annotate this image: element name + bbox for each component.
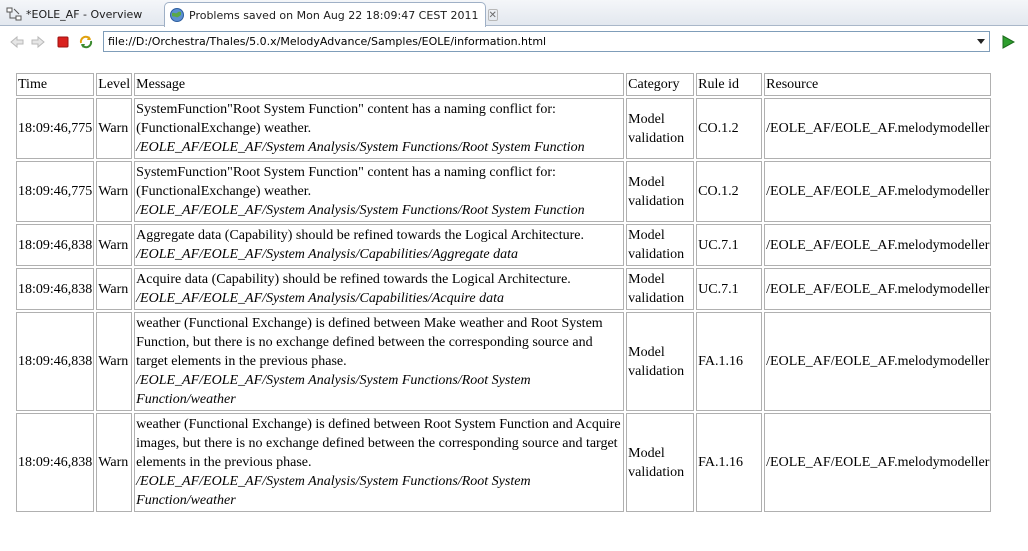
cell-category: Model validation bbox=[626, 98, 695, 159]
diagram-icon bbox=[6, 7, 22, 21]
message-text: weather (Functional Exchange) is defined… bbox=[136, 417, 621, 470]
cell-time: 18:09:46,838 bbox=[16, 312, 95, 411]
table-row: 18:09:46,838 Warn weather (Functional Ex… bbox=[16, 312, 992, 411]
editor-tab-bar: *EOLE_AF - Overview Problems saved on Mo… bbox=[0, 0, 1028, 27]
cell-category: Model validation bbox=[626, 312, 695, 411]
address-dropdown-button[interactable] bbox=[973, 32, 989, 51]
refresh-icon bbox=[79, 35, 93, 49]
cell-rule-id: UC.7.1 bbox=[696, 224, 763, 266]
cell-message: Acquire data (Capability) should be refi… bbox=[134, 268, 625, 310]
cell-time: 18:09:46,775 bbox=[16, 98, 95, 159]
cell-message: SystemFunction"Root System Function" con… bbox=[134, 161, 625, 222]
stop-icon bbox=[57, 36, 69, 48]
forward-button[interactable] bbox=[29, 33, 47, 51]
cell-rule-id: UC.7.1 bbox=[696, 268, 763, 310]
cell-resource: /EOLE_AF/EOLE_AF.melodymodeller bbox=[764, 413, 992, 512]
stop-button[interactable] bbox=[54, 33, 72, 51]
cell-resource: /EOLE_AF/EOLE_AF.melodymodeller bbox=[764, 224, 992, 266]
back-arrow-icon bbox=[10, 35, 24, 49]
cell-level: Warn bbox=[96, 312, 133, 411]
message-path: /EOLE_AF/EOLE_AF/System Analysis/Capabil… bbox=[136, 247, 519, 262]
cell-level: Warn bbox=[96, 413, 133, 512]
table-row: 18:09:46,775 Warn SystemFunction"Root Sy… bbox=[16, 98, 992, 159]
message-path: /EOLE_AF/EOLE_AF/System Analysis/System … bbox=[136, 203, 585, 218]
message-text: weather (Functional Exchange) is defined… bbox=[136, 316, 603, 369]
cell-rule-id: CO.1.2 bbox=[696, 98, 763, 159]
address-url: file://D:/Orchestra/Thales/5.0.x/MelodyA… bbox=[108, 35, 547, 48]
page-content: Time Level Message Category Rule id Reso… bbox=[16, 73, 1028, 551]
header-rule-id: Rule id bbox=[696, 73, 763, 96]
go-button[interactable] bbox=[999, 33, 1017, 51]
cell-level: Warn bbox=[96, 161, 133, 222]
message-text: Aggregate data (Capability) should be re… bbox=[136, 228, 584, 243]
cell-message: SystemFunction"Root System Function" con… bbox=[134, 98, 625, 159]
chevron-down-icon bbox=[977, 39, 985, 44]
tab-problems-report[interactable]: Problems saved on Mon Aug 22 18:09:47 CE… bbox=[164, 2, 498, 27]
table-row: 18:09:46,838 Warn weather (Functional Ex… bbox=[16, 413, 992, 512]
header-time: Time bbox=[16, 73, 95, 96]
address-input[interactable]: file://D:/Orchestra/Thales/5.0.x/MelodyA… bbox=[103, 31, 990, 52]
message-path: /EOLE_AF/EOLE_AF/System Analysis/Capabil… bbox=[136, 291, 505, 306]
cell-resource: /EOLE_AF/EOLE_AF.melodymodeller bbox=[764, 98, 992, 159]
header-level: Level bbox=[96, 73, 133, 96]
play-icon bbox=[1002, 35, 1015, 49]
message-text: SystemFunction"Root System Function" con… bbox=[136, 102, 556, 136]
cell-resource: /EOLE_AF/EOLE_AF.melodymodeller bbox=[764, 161, 992, 222]
header-resource: Resource bbox=[764, 73, 992, 96]
cell-category: Model validation bbox=[626, 268, 695, 310]
table-row: 18:09:46,838 Warn Aggregate data (Capabi… bbox=[16, 224, 992, 266]
cell-message: Aggregate data (Capability) should be re… bbox=[134, 224, 625, 266]
problems-table: Time Level Message Category Rule id Reso… bbox=[16, 73, 993, 514]
message-text: SystemFunction"Root System Function" con… bbox=[136, 165, 556, 199]
cell-category: Model validation bbox=[626, 224, 695, 266]
cell-message: weather (Functional Exchange) is defined… bbox=[134, 312, 625, 411]
tab-eole-af-overview[interactable]: *EOLE_AF - Overview bbox=[2, 2, 164, 26]
cell-message: weather (Functional Exchange) is defined… bbox=[134, 413, 625, 512]
globe-icon bbox=[170, 8, 184, 22]
header-message: Message bbox=[134, 73, 625, 96]
cell-level: Warn bbox=[96, 268, 133, 310]
tab-label: Problems saved on Mon Aug 22 18:09:47 CE… bbox=[189, 8, 479, 22]
header-category: Category bbox=[626, 73, 695, 96]
cell-category: Model validation bbox=[626, 161, 695, 222]
tab-label: *EOLE_AF - Overview bbox=[26, 7, 143, 21]
table-row: 18:09:46,775 Warn SystemFunction"Root Sy… bbox=[16, 161, 992, 222]
cell-level: Warn bbox=[96, 224, 133, 266]
refresh-button[interactable] bbox=[77, 33, 95, 51]
message-path: /EOLE_AF/EOLE_AF/System Analysis/System … bbox=[136, 140, 585, 155]
cell-time: 18:09:46,838 bbox=[16, 268, 95, 310]
cell-category: Model validation bbox=[626, 413, 695, 512]
cell-time: 18:09:46,775 bbox=[16, 161, 95, 222]
back-button[interactable] bbox=[8, 33, 26, 51]
cell-time: 18:09:46,838 bbox=[16, 413, 95, 512]
cell-resource: /EOLE_AF/EOLE_AF.melodymodeller bbox=[764, 268, 992, 310]
cell-resource: /EOLE_AF/EOLE_AF.melodymodeller bbox=[764, 312, 992, 411]
close-icon[interactable]: ✕ bbox=[487, 9, 498, 21]
message-path: /EOLE_AF/EOLE_AF/System Analysis/System … bbox=[136, 373, 531, 407]
cell-rule-id: FA.1.16 bbox=[696, 413, 763, 512]
cell-rule-id: CO.1.2 bbox=[696, 161, 763, 222]
cell-rule-id: FA.1.16 bbox=[696, 312, 763, 411]
table-row: 18:09:46,838 Warn Acquire data (Capabili… bbox=[16, 268, 992, 310]
message-path: /EOLE_AF/EOLE_AF/System Analysis/System … bbox=[136, 474, 531, 508]
table-header-row: Time Level Message Category Rule id Reso… bbox=[16, 73, 992, 96]
cell-level: Warn bbox=[96, 98, 133, 159]
browser-toolbar: file://D:/Orchestra/Thales/5.0.x/MelodyA… bbox=[0, 27, 1028, 57]
forward-arrow-icon bbox=[31, 35, 45, 49]
message-text: Acquire data (Capability) should be refi… bbox=[136, 272, 571, 287]
cell-time: 18:09:46,838 bbox=[16, 224, 95, 266]
